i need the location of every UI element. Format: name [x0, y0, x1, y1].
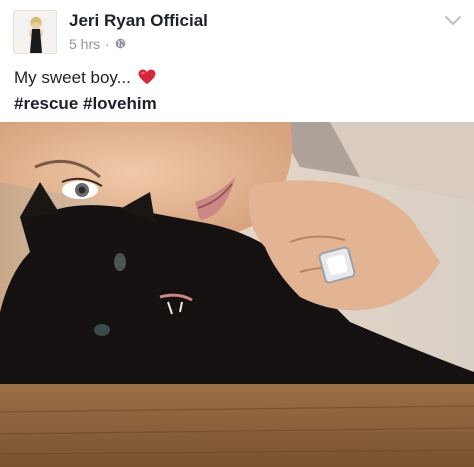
post-photo[interactable] [0, 122, 474, 467]
globe-icon[interactable] [115, 36, 126, 52]
author-name[interactable]: Jeri Ryan Official [69, 11, 208, 31]
post-time[interactable]: 5 hrs [69, 36, 100, 52]
facebook-post: Jeri Ryan Official 5 hrs · My sweet boy.… [0, 0, 474, 467]
chevron-down-icon[interactable] [444, 14, 462, 28]
hashtags[interactable]: #rescue #lovehim [14, 92, 157, 116]
meta-separator: · [105, 36, 110, 52]
heart-emoji-icon [138, 68, 156, 92]
author-avatar[interactable] [13, 10, 57, 54]
caption-line: My sweet boy... [14, 66, 157, 92]
caption-text: My sweet boy... [14, 68, 131, 87]
post-message: My sweet boy... #rescue #lovehim [14, 66, 157, 116]
post-meta: 5 hrs · [69, 36, 126, 52]
